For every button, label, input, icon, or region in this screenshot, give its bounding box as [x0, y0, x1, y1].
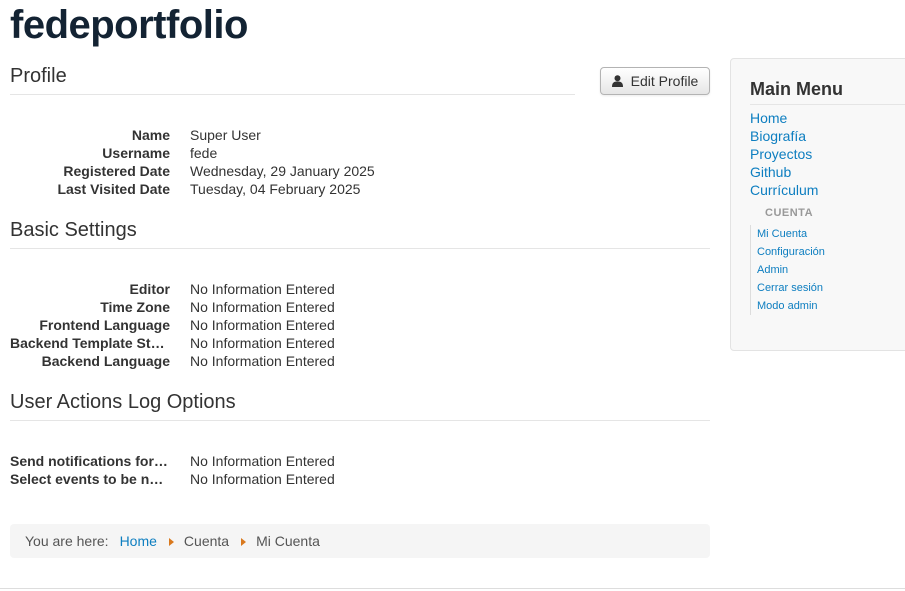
basic-settings-details: Editor No Information Entered Time Zone … — [10, 280, 710, 370]
footer-divider — [0, 588, 905, 589]
field-value: Wednesday, 29 January 2025 — [190, 163, 375, 179]
field-value: Tuesday, 04 February 2025 — [190, 181, 361, 197]
profile-details: Name Super User Username fede Registered… — [10, 126, 710, 198]
profile-heading: Profile — [10, 64, 575, 95]
submenu-item-cerrar-sesion[interactable]: Cerrar sesión — [757, 279, 905, 297]
field-label: Editor — [129, 281, 170, 297]
log-options-section: User Actions Log Options Send notificati… — [10, 390, 710, 488]
breadcrumb-item-current: Mi Cuenta — [256, 533, 320, 549]
field-label: Select events to be noti… — [10, 471, 170, 487]
menu-item-curriculum[interactable]: Currículum — [750, 181, 905, 199]
main-menu-sidebar: Main Menu Home Biografía Proyectos Githu… — [730, 58, 905, 351]
main-menu-title: Main Menu — [750, 77, 905, 105]
user-icon — [611, 75, 623, 87]
breadcrumb-divider-icon — [241, 538, 247, 546]
edit-profile-button[interactable]: Edit Profile — [600, 67, 710, 95]
field-value: Super User — [190, 127, 261, 143]
field-label: Time Zone — [100, 299, 170, 315]
field-value: No Information Entered — [190, 299, 335, 315]
field-label: Backend Language — [41, 353, 170, 369]
submenu-item-mi-cuenta[interactable]: Mi Cuenta — [757, 225, 905, 243]
basic-settings-section: Basic Settings Editor No Information Ent… — [10, 218, 710, 370]
log-options-heading: User Actions Log Options — [10, 390, 710, 421]
site-title[interactable]: fedeportfolio — [10, 2, 248, 48]
basic-settings-heading: Basic Settings — [10, 218, 710, 249]
menu-item-home[interactable]: Home — [750, 109, 905, 127]
field-label: Send notifications for U… — [10, 453, 170, 469]
field-label: Frontend Language — [39, 317, 170, 333]
field-label: Username — [102, 145, 170, 161]
breadcrumb-item-cuenta: Cuenta — [183, 533, 230, 549]
edit-profile-label: Edit Profile — [630, 73, 699, 89]
field-value: No Information Entered — [190, 281, 335, 297]
menu-subheader-cuenta: CUENTA — [765, 207, 814, 219]
breadcrumb-home-link[interactable]: Home — [120, 533, 157, 549]
submenu-item-configuracion[interactable]: Configuración — [757, 243, 905, 261]
breadcrumb-label: You are here: — [25, 533, 109, 549]
field-value: No Information Entered — [190, 335, 335, 351]
account-submenu: Mi Cuenta Configuración Admin Cerrar ses… — [750, 225, 905, 315]
breadcrumb: You are here: Home Cuenta Mi Cuenta — [10, 524, 710, 558]
menu-item-biografia[interactable]: Biografía — [750, 127, 905, 145]
submenu-item-modo-admin[interactable]: Modo admin — [757, 297, 905, 315]
field-value: fede — [190, 145, 218, 161]
field-value: No Information Entered — [190, 453, 335, 469]
menu-item-proyectos[interactable]: Proyectos — [750, 145, 905, 163]
submenu-item-admin[interactable]: Admin — [757, 261, 905, 279]
profile-header: Profile Edit Profile — [10, 58, 710, 95]
field-label: Name — [131, 127, 170, 143]
field-label: Registered Date — [63, 163, 170, 179]
field-value: No Information Entered — [190, 353, 335, 369]
field-label: Last Visited Date — [57, 181, 170, 197]
profile-content: Profile Edit Profile Name Super User Use… — [10, 58, 710, 488]
field-label: Backend Template Style — [10, 335, 170, 351]
field-value: No Information Entered — [190, 317, 335, 333]
breadcrumb-divider-icon — [168, 538, 174, 546]
menu-item-github[interactable]: Github — [750, 163, 905, 181]
log-options-details: Send notifications for U… No Information… — [10, 452, 710, 488]
field-value: No Information Entered — [190, 471, 335, 487]
